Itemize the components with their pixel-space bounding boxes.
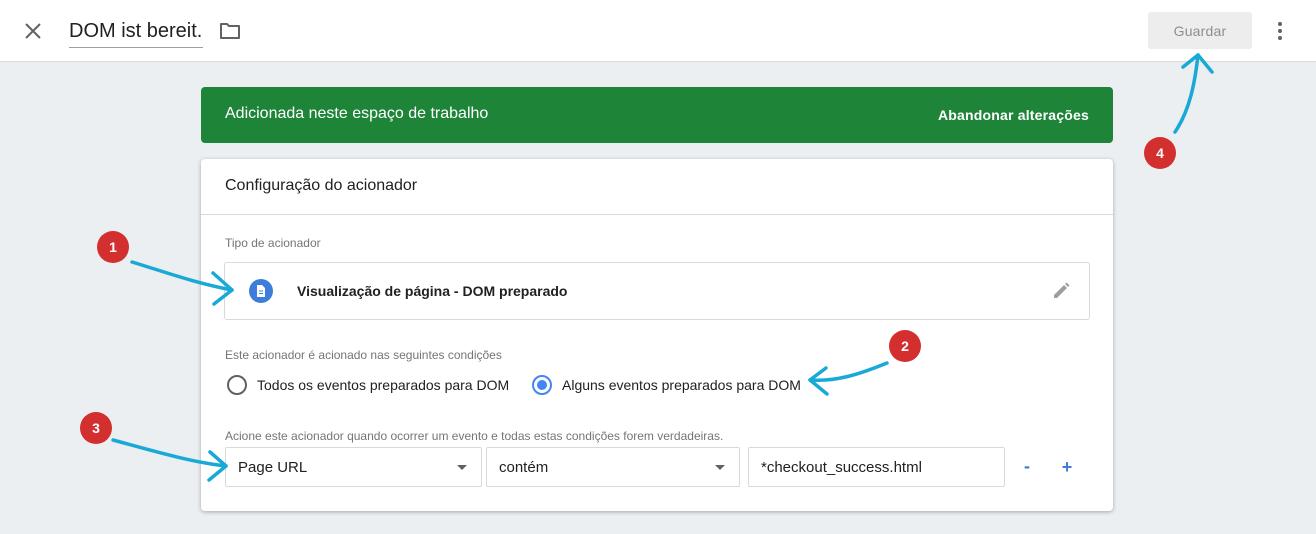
- variable-select[interactable]: Page URL: [225, 447, 482, 487]
- radio-unchecked-icon: [227, 375, 247, 395]
- save-button[interactable]: Guardar: [1148, 12, 1252, 49]
- annotation-badge-4: 4: [1144, 137, 1176, 169]
- card-header: Configuração do acionador: [201, 159, 1113, 215]
- trigger-configuration-card: Configuração do acionador Tipo de aciona…: [201, 159, 1113, 511]
- page-title: DOM ist bereit.: [69, 20, 203, 42]
- more-vert-icon: [1278, 22, 1282, 40]
- annotation-badge-1: 1: [97, 231, 129, 263]
- radio-checked-icon: [532, 375, 552, 395]
- radio-some-dom-events[interactable]: Alguns eventos preparados para DOM: [532, 374, 812, 396]
- close-icon: [25, 23, 41, 39]
- folder-button[interactable]: [219, 20, 241, 42]
- remove-condition-button[interactable]: -: [1016, 456, 1038, 478]
- workspace-banner: Adicionada neste espaço de trabalho Aban…: [201, 87, 1113, 143]
- dropdown-arrow-icon: [715, 465, 725, 470]
- variable-select-value: Page URL: [238, 459, 308, 476]
- radio-all-dom-events[interactable]: Todos os eventos preparados para DOM: [227, 374, 517, 396]
- trigger-type-name: Visualização de página - DOM preparado: [297, 283, 568, 299]
- condition-value-input[interactable]: [748, 447, 1005, 487]
- top-bar: DOM ist bereit. Guardar: [0, 0, 1316, 62]
- dropdown-arrow-icon: [457, 465, 467, 470]
- operator-select-value: contém: [499, 459, 549, 476]
- trigger-type-label: Tipo de acionador: [225, 236, 321, 250]
- edit-icon[interactable]: [1049, 279, 1073, 303]
- conditions-label: Este acionador é acionado nas seguintes …: [225, 348, 502, 362]
- trigger-type-selector[interactable]: Visualização de página - DOM preparado: [224, 262, 1090, 320]
- operator-select[interactable]: contém: [486, 447, 740, 487]
- document-icon: [249, 279, 273, 303]
- annotation-badge-2: 2: [889, 330, 921, 362]
- folder-icon: [220, 23, 240, 39]
- radio-label: Alguns eventos preparados para DOM: [562, 377, 801, 393]
- filter-label: Acione este acionador quando ocorrer um …: [225, 429, 724, 443]
- tag-name-field[interactable]: DOM ist bereit.: [69, 10, 204, 48]
- discard-changes-button[interactable]: Abandonar alterações: [938, 107, 1089, 123]
- annotation-arrow-4: [1173, 53, 1200, 134]
- annotation-badge-3: 3: [80, 412, 112, 444]
- close-button[interactable]: [20, 18, 46, 44]
- banner-message: Adicionada neste espaço de trabalho: [225, 105, 489, 122]
- radio-label: Todos os eventos preparados para DOM: [257, 377, 510, 393]
- add-condition-button[interactable]: +: [1056, 456, 1078, 478]
- card-title: Configuração do acionador: [225, 177, 418, 194]
- more-options-button[interactable]: [1270, 20, 1290, 42]
